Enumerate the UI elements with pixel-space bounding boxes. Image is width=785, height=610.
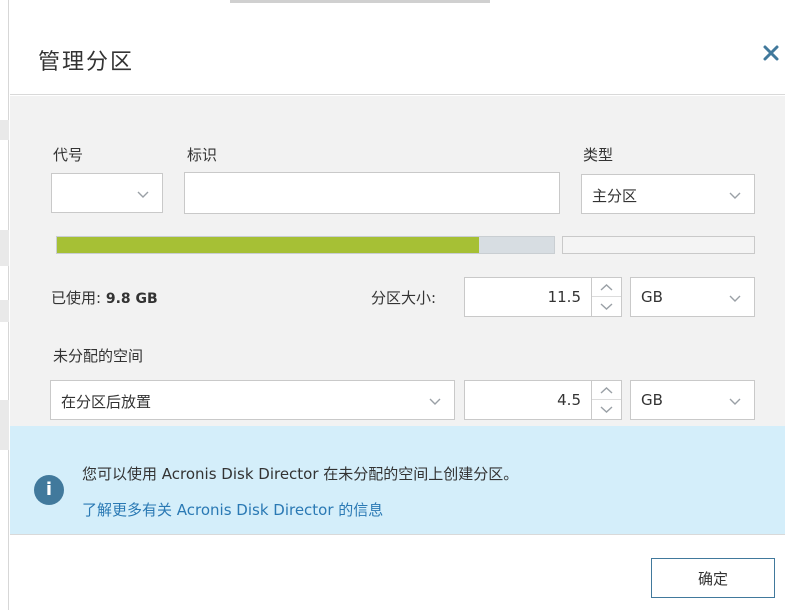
unallocated-placement-value: 在分区后放置 — [61, 393, 152, 411]
partition-size-label: 分区大小: — [371, 289, 437, 307]
close-icon — [763, 45, 779, 61]
chevron-down-icon — [729, 398, 741, 405]
info-banner: i 您可以使用 Acronis Disk Director 在未分配的空间上创建… — [10, 426, 785, 534]
dialog-header: 管理分区 — [10, 3, 785, 95]
unallocated-size-value: 4.5 — [557, 391, 581, 409]
partition-size-unit: GB — [641, 288, 663, 306]
decrement-button[interactable] — [592, 297, 621, 316]
partition-size-unit-select[interactable]: GB — [630, 277, 755, 317]
code-label: 代号 — [53, 146, 84, 164]
partition-size-stepper[interactable]: 11.5 — [464, 277, 622, 317]
dialog-body — [10, 96, 785, 426]
chevron-up-icon — [600, 284, 613, 291]
partition-size-spin — [591, 278, 621, 316]
chevron-down-icon — [600, 303, 613, 310]
unallocated-label: 未分配的空间 — [53, 347, 144, 365]
chevron-up-icon — [600, 387, 613, 394]
partition-usage-bar[interactable] — [56, 236, 555, 254]
chevron-down-icon — [729, 192, 741, 199]
learn-more-link[interactable]: 了解更多有关 Acronis Disk Director 的信息 — [82, 499, 383, 520]
ok-button[interactable]: 确定 — [651, 558, 775, 598]
background-window-strip — [0, 0, 9, 610]
used-space-fill — [57, 237, 479, 253]
info-message: 您可以使用 Acronis Disk Director 在未分配的空间上创建分区… — [82, 465, 519, 483]
dialog-title: 管理分区 — [38, 50, 135, 75]
unallocated-unit: GB — [641, 391, 663, 409]
identity-label: 标识 — [187, 146, 218, 164]
decrement-button[interactable] — [592, 400, 621, 419]
partition-size-value: 11.5 — [547, 288, 581, 306]
type-select[interactable]: 主分区 — [581, 174, 755, 214]
increment-button[interactable] — [592, 381, 621, 400]
chevron-down-icon — [729, 295, 741, 302]
dialog-window: 管理分区 代号 标识 类型 主分区 已使用: 9.8 GB 分区大小: 11.5… — [0, 0, 785, 610]
chevron-down-icon — [429, 398, 441, 405]
unallocated-space-bar — [562, 236, 755, 254]
code-select[interactable] — [51, 173, 163, 213]
used-label-text: 已使用: — [51, 289, 102, 307]
dialog-footer: 确定 — [10, 534, 785, 610]
identity-input[interactable] — [184, 172, 560, 214]
info-icon: i — [34, 475, 64, 505]
chevron-down-icon — [600, 406, 613, 413]
unallocated-placement-select[interactable]: 在分区后放置 — [50, 380, 455, 420]
close-button[interactable] — [757, 39, 785, 67]
used-value: 9.8 GB — [105, 291, 158, 307]
type-label: 类型 — [583, 146, 614, 164]
type-select-value: 主分区 — [592, 187, 638, 205]
unallocated-size-stepper[interactable]: 4.5 — [464, 380, 622, 420]
unallocated-size-spin — [591, 381, 621, 419]
used-label: 已使用: 9.8 GB — [51, 287, 158, 308]
unallocated-unit-select[interactable]: GB — [630, 380, 755, 420]
chevron-down-icon — [137, 191, 149, 198]
increment-button[interactable] — [592, 278, 621, 297]
